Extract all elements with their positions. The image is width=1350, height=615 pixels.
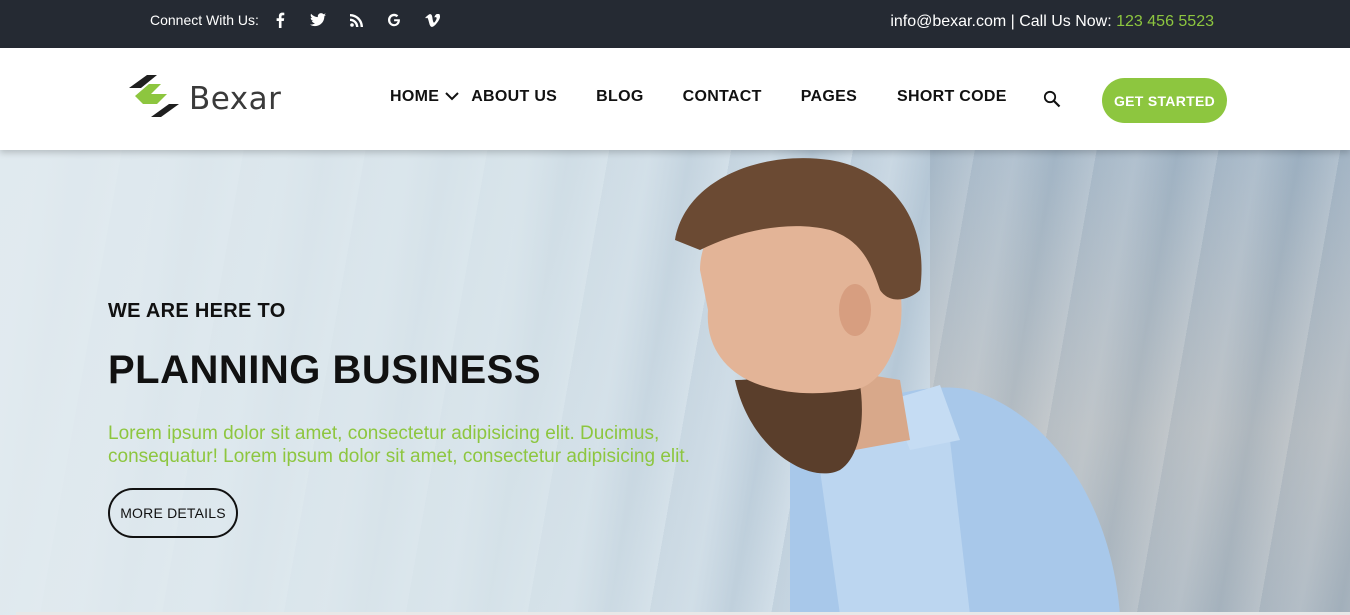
twitter-icon[interactable] xyxy=(308,10,328,30)
email-call-text[interactable]: info@bexar.com | Call Us Now: xyxy=(890,13,1116,30)
logo[interactable]: Bexar xyxy=(127,74,281,123)
facebook-icon[interactable] xyxy=(270,10,290,30)
phone-number[interactable]: 123 456 5523 xyxy=(1116,13,1214,30)
rss-icon[interactable] xyxy=(346,10,366,30)
nav-item-contact[interactable]: CONTACT xyxy=(683,88,762,106)
nav-item-home[interactable]: HOME xyxy=(390,88,459,106)
logo-icon xyxy=(127,74,181,123)
search-icon[interactable] xyxy=(1043,90,1061,113)
nav-menu: HOME ABOUT US BLOG CONTACT PAGES SHORT C… xyxy=(390,88,1007,106)
main-navbar: Bexar HOME ABOUT US BLOG CONTACT PAGES S… xyxy=(0,48,1350,150)
google-icon[interactable] xyxy=(384,10,404,30)
nav-item-short-code[interactable]: SHORT CODE xyxy=(897,88,1007,106)
hero-section: WE ARE HERE TO PLANNING BUSINESS Lorem i… xyxy=(0,150,1350,615)
social-links xyxy=(270,10,442,30)
vimeo-icon[interactable] xyxy=(422,10,442,30)
hero-subtitle: WE ARE HERE TO xyxy=(108,300,286,322)
get-started-button[interactable]: GET STARTED xyxy=(1102,78,1227,123)
nav-item-about-us[interactable]: ABOUT US xyxy=(471,88,557,106)
chevron-down-icon xyxy=(445,88,459,106)
hero-person-image xyxy=(675,158,1120,615)
more-details-button[interactable]: MORE DETAILS xyxy=(108,488,238,538)
contact-info: info@bexar.com | Call Us Now: 123 456 55… xyxy=(890,13,1214,31)
top-bar: Connect With Us: info@bexar.com | Call U… xyxy=(0,0,1350,48)
nav-item-blog[interactable]: BLOG xyxy=(596,88,643,106)
connect-label: Connect With Us: xyxy=(150,12,259,28)
hero-title: PLANNING BUSINESS xyxy=(108,348,541,392)
nav-item-pages[interactable]: PAGES xyxy=(801,88,857,106)
logo-text: Bexar xyxy=(189,80,282,117)
nav-item-label: HOME xyxy=(390,88,440,105)
hero-description: Lorem ipsum dolor sit amet, consectetur … xyxy=(108,423,690,467)
